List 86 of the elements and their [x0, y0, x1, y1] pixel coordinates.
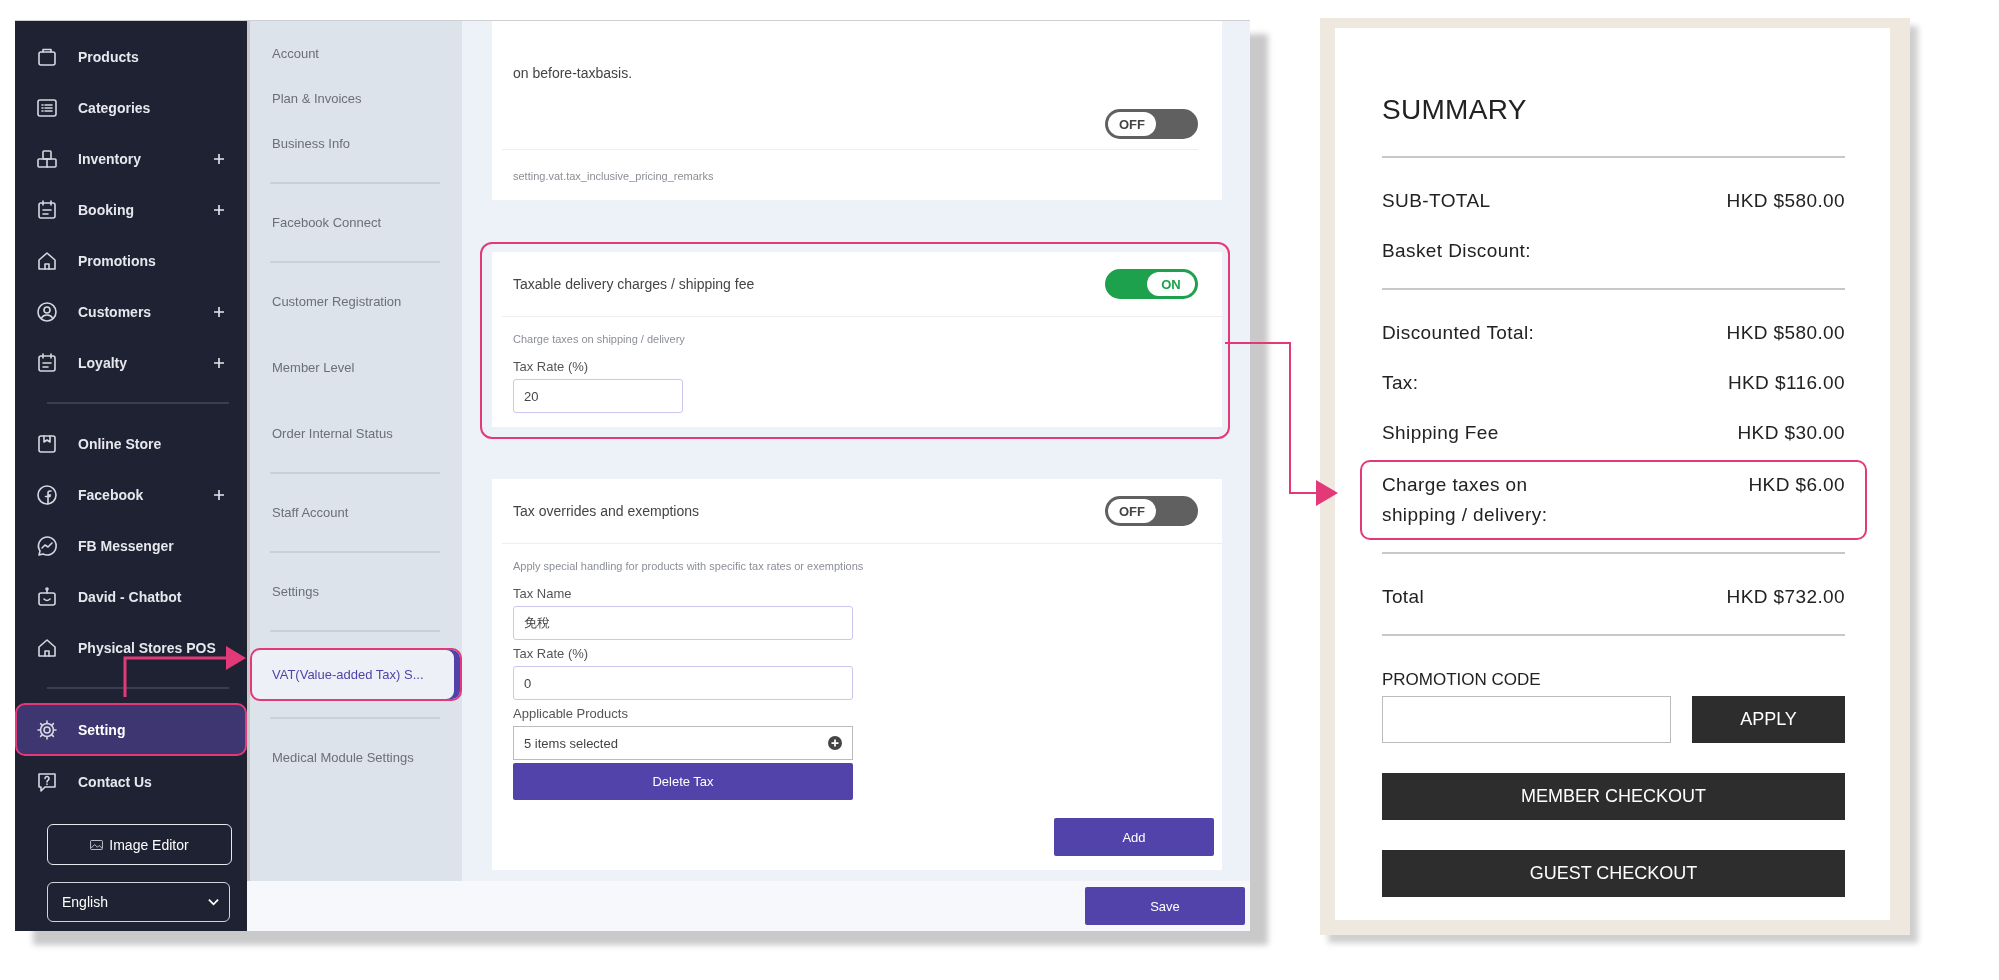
summary-amount: HKD $30.00 — [1737, 422, 1845, 444]
summary-label: Shipping Fee — [1382, 422, 1499, 444]
nav-item[interactable]: Customers — [15, 286, 247, 337]
user-icon — [36, 300, 58, 323]
summary-amount: HKD $6.00 — [1748, 473, 1845, 497]
section-description: Apply special handling for products with specific tax rates or exemptions — [513, 560, 865, 572]
add-circle-icon — [828, 736, 842, 750]
input-field[interactable]: 20 — [513, 379, 683, 413]
image-icon — [90, 839, 104, 850]
field-label: Tax Rate (%) — [513, 646, 590, 661]
calendar-icon — [36, 351, 58, 374]
house-icon — [36, 249, 58, 272]
section-title: Taxable delivery charges / shipping fee — [513, 276, 755, 292]
summary-amount: HKD $580.00 — [1726, 322, 1845, 344]
nav-item[interactable]: Setting — [15, 703, 247, 756]
summary-label: SUB-TOTAL — [1382, 190, 1491, 212]
summary-label: Total — [1382, 586, 1425, 608]
plus-icon — [213, 356, 225, 369]
facebook-icon — [36, 483, 58, 506]
summary-label: Charge taxes on shipping / delivery: — [1382, 473, 1549, 527]
nav-item[interactable]: Contact Us — [15, 756, 247, 807]
promotion-code-field[interactable] — [1382, 696, 1671, 743]
promotion-label: PROMOTION CODE — [1382, 670, 1542, 690]
store-icon — [36, 432, 58, 455]
nav-item[interactable]: Booking — [15, 184, 247, 235]
nav-item[interactable]: Loyalty — [15, 337, 247, 388]
summary-title: SUMMARY — [1382, 94, 1528, 126]
summary-label: Basket Discount: — [1382, 240, 1531, 262]
question-icon — [36, 770, 58, 793]
plus-icon — [213, 152, 225, 165]
nav-item[interactable]: Inventory — [15, 133, 247, 184]
image-editor-button[interactable]: Image Editor — [47, 824, 232, 865]
submenu-item[interactable]: Account — [250, 31, 462, 76]
submenu-item[interactable]: Order Internal Status — [250, 411, 462, 456]
submenu-item[interactable]: Plan & Invoices — [250, 76, 462, 121]
toggle-switch[interactable]: OFF — [1105, 109, 1198, 139]
product-select[interactable]: 5 items selected — [513, 726, 853, 760]
field-label: Tax Rate (%) — [513, 359, 590, 374]
plus-icon — [213, 305, 225, 318]
submenu-item[interactable]: VAT(Value-added Tax) S... — [250, 648, 462, 701]
plus-icon — [213, 488, 225, 501]
nav-item[interactable]: Products — [15, 31, 247, 82]
summary-amount: HKD $732.00 — [1726, 586, 1845, 608]
robot-icon — [36, 585, 58, 608]
field-label: Tax Name — [513, 586, 573, 601]
nav-item[interactable]: Physical Stores POS — [15, 622, 247, 673]
setting-text: on before-taxbasis. — [513, 65, 634, 81]
guest-checkout-button[interactable]: GUEST CHECKOUT — [1382, 850, 1845, 897]
calendar-icon — [36, 198, 58, 221]
submenu-item[interactable]: Customer Registration — [250, 279, 462, 324]
section-title: Tax overrides and exemptions — [513, 503, 699, 519]
chevron-down-icon — [208, 898, 219, 906]
nav-item[interactable]: FB Messenger — [15, 520, 247, 571]
boxes-icon — [36, 147, 58, 170]
nav-item[interactable]: Online Store — [15, 418, 247, 469]
summary-label: Tax: — [1382, 372, 1419, 394]
gear-icon — [36, 718, 58, 741]
house-icon — [36, 636, 58, 659]
toggle-switch[interactable]: OFF — [1105, 496, 1198, 526]
field-label: Applicable Products — [513, 706, 629, 721]
nav-item[interactable]: Facebook — [15, 469, 247, 520]
nav-item[interactable]: Promotions — [15, 235, 247, 286]
remark-text: setting.vat.tax_inclusive_pricing_remarks — [513, 170, 715, 182]
submenu-item[interactable]: Settings — [250, 569, 462, 614]
input-field[interactable]: 0 — [513, 666, 853, 700]
nav-item[interactable]: David - Chatbot — [15, 571, 247, 622]
submenu-item[interactable]: Business Info — [250, 121, 462, 166]
language-select[interactable]: English — [47, 882, 230, 922]
apply-button[interactable]: APPLY — [1692, 696, 1845, 743]
submenu-item[interactable]: Facebook Connect — [250, 200, 462, 245]
input-field[interactable]: 免稅 — [513, 606, 853, 640]
section-description: Charge taxes on shipping / delivery — [513, 333, 686, 345]
submenu-item[interactable]: Medical Module Settings — [250, 735, 462, 780]
list-icon — [36, 96, 58, 119]
submenu-item[interactable]: Staff Account — [250, 490, 462, 535]
summary-label: Discounted Total: — [1382, 322, 1535, 344]
submenu-item[interactable]: Member Level — [250, 345, 462, 390]
summary-amount: HKD $580.00 — [1726, 190, 1845, 212]
nav-item[interactable]: Categories — [15, 82, 247, 133]
save-button[interactable]: Save — [1085, 887, 1245, 925]
summary-amount: HKD $116.00 — [1727, 372, 1845, 394]
messenger-icon — [36, 534, 58, 557]
add-button[interactable]: Add — [1054, 818, 1214, 856]
member-checkout-button[interactable]: MEMBER CHECKOUT — [1382, 773, 1845, 820]
plus-icon — [213, 203, 225, 216]
delete-tax-button[interactable]: Delete Tax — [513, 763, 853, 800]
